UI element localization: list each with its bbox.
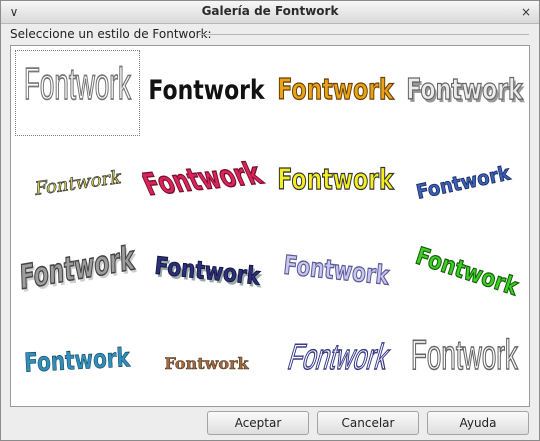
separator [199,34,529,35]
fontwork-style-item[interactable]: Fontwork [271,228,400,318]
fontwork-style-item[interactable]: Fontwork [142,318,271,408]
fontwork-preview: Fontwork [283,336,395,377]
fontwork-sample-text: Fontwork [142,155,268,202]
fontwork-preview: Fontwork [410,332,519,379]
fontwork-style-item[interactable]: Fontwork [400,138,529,228]
fontwork-sample-text: Fontwork [414,162,512,204]
ok-button[interactable]: Aceptar [207,411,309,435]
fontwork-preview: FontworkFontwork [406,73,526,110]
fontwork-gallery[interactable]: Fontwork Fontwork Fontwork Fontwork Fontwork… [10,45,530,407]
fontwork-preview: FontworkFontwork [153,251,265,294]
fontwork-style-item[interactable]: Fontwork Fontwork [400,48,529,138]
fontwork-style-item[interactable]: Fontwork Fontwork [13,228,142,318]
fontwork-sample-text: Fontwork [282,250,391,291]
fontwork-preview: Fontwork [142,154,269,203]
fontwork-sample-text: Fontwork [153,252,262,291]
button-row: Aceptar Cancelar Ayuda [1,409,539,437]
fontwork-sample-text: Fontwork [164,354,249,373]
fontwork-sample-text: Fontwork [148,74,265,106]
fontwork-style-item[interactable]: Fontwork [400,228,529,318]
fontwork-preview: Fontwork [282,249,392,291]
fontwork-sample-text: Fontwork [277,73,394,107]
fontwork-preview: Fontwork [164,354,250,374]
fontwork-style-item[interactable]: Fontwork [13,318,142,408]
gallery-prompt-label: Seleccione un estilo de Fontwork: [10,27,212,41]
fontwork-style-item[interactable]: Fontwork [400,318,529,408]
fontwork-sample-text: Fontwork [34,167,122,200]
fontwork-style-item[interactable]: Fontwork [271,318,400,408]
fontwork-style-item[interactable]: Fontwork Fontwork [142,228,271,318]
fontwork-sample-text: Fontwork [412,242,522,302]
fontwork-sample-text: Fontwork [406,73,523,107]
fontwork-sample-text: Fontwork [24,59,132,109]
fontwork-preview: FontworkFontwork [19,237,138,300]
dialog-title: Galería de Fontwork [201,4,339,18]
fontwork-preview: Fontwork [412,241,523,302]
fontwork-style-item[interactable]: Fontwork [271,48,400,138]
fontwork-style-item[interactable]: Fontwork [142,138,271,228]
cancel-button[interactable]: Cancelar [317,411,419,435]
fontwork-preview: Fontwork [277,163,395,198]
fontwork-preview: Fontwork [23,58,132,109]
fontwork-style-item[interactable]: Fontwork [271,138,400,228]
help-button[interactable]: Ayuda [427,411,529,435]
fontwork-sample-text: Fontwork [23,343,131,379]
fontwork-style-item[interactable]: Fontwork [13,138,142,228]
fontwork-preview: Fontwork [23,342,131,379]
fontwork-sample-text: Fontwork [284,337,394,377]
fontwork-preview: Fontwork [414,161,513,204]
fontwork-style-item[interactable]: Fontwork [142,48,271,138]
title-bar: ∨ Galería de Fontwork × [1,1,539,24]
fontwork-style-item[interactable]: Fontwork [13,48,142,138]
close-icon[interactable]: × [517,3,535,21]
fontwork-preview: Fontwork [277,73,395,108]
fontwork-sample-text: Fontwork [277,163,394,197]
fontwork-preview: Fontwork [148,74,265,106]
fontwork-sample-text: Fontwork [411,333,518,379]
fontwork-preview: Fontwork [34,166,123,200]
fontwork-gallery-dialog: ∨ Galería de Fontwork × Seleccione un es… [0,0,540,441]
